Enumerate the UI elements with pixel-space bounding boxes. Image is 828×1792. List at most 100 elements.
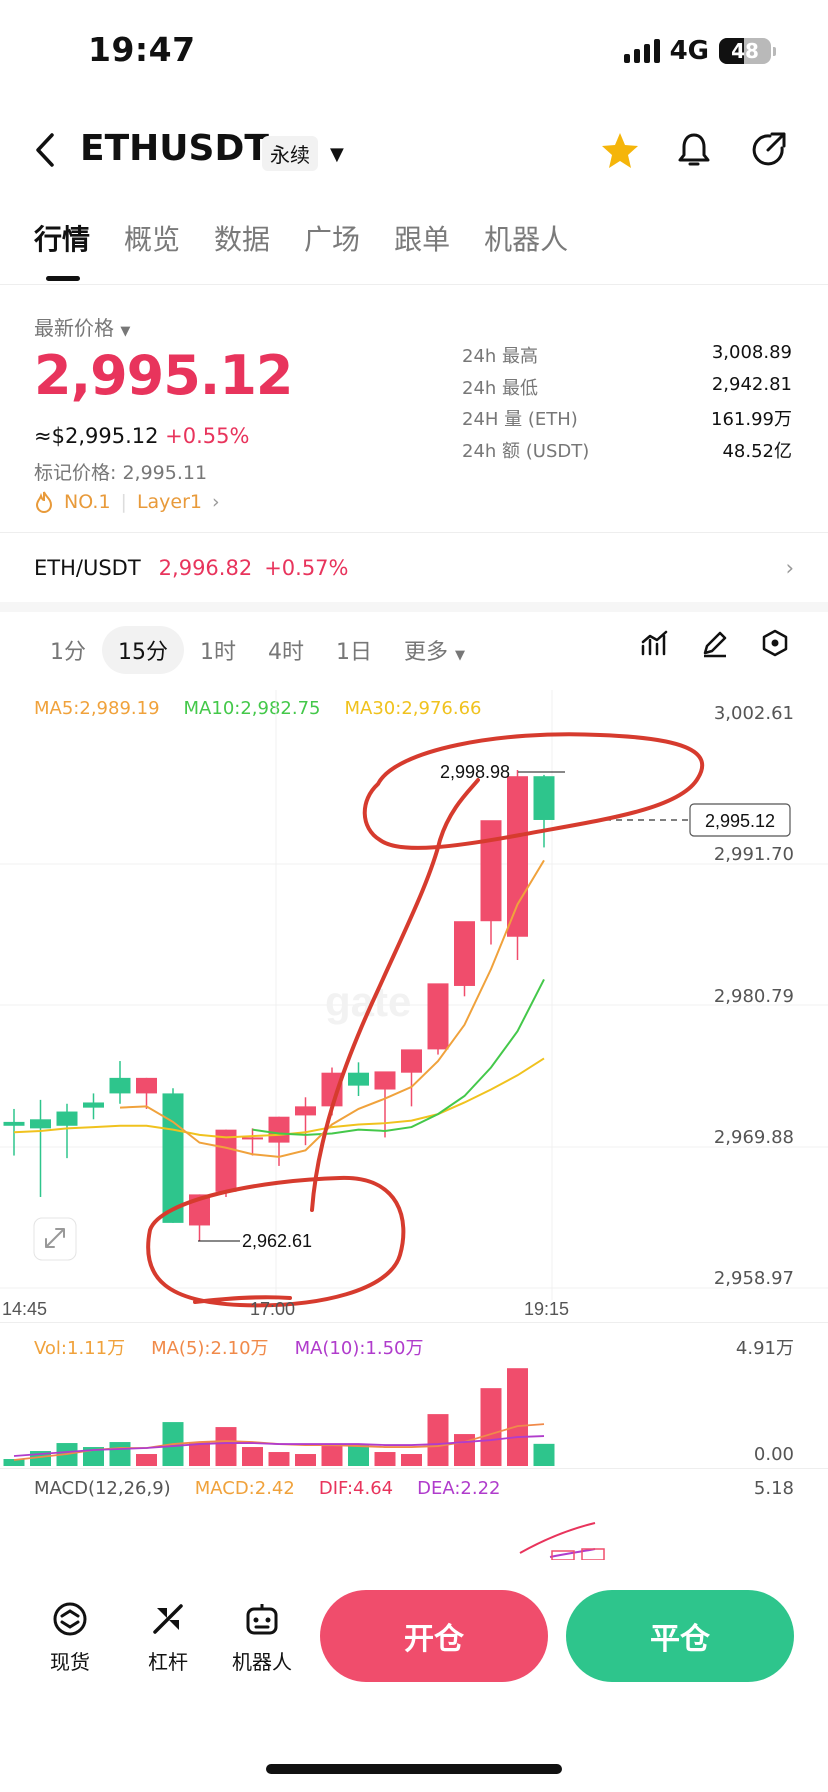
candle-body [83,1102,104,1108]
status-indicators: 4G 48 [623,36,776,66]
candle-body [268,1116,290,1143]
candle [30,1099,51,1197]
volume-chart[interactable] [0,1362,828,1468]
macd-y-top: 5.18 [753,1478,794,1499]
latest-price-label[interactable]: 最新价格 ▼ [34,312,130,341]
pencil-icon[interactable] [700,628,730,658]
candle [136,1077,157,1109]
stat-row: 24h 最低 2,942.81 [462,373,792,399]
bell-icon[interactable] [674,130,714,170]
stat-row: 24h 最高 3,008.89 [462,342,792,367]
volume-bar [321,1446,343,1466]
signal-icon [623,39,660,63]
interval-15m[interactable]: 15分 [102,626,184,674]
volume-bar [427,1414,449,1466]
candlestick-chart[interactable]: gate 2,998.98 2,962.61 2,995.12 14:45 17… [0,690,828,1320]
volume-bar [348,1444,369,1466]
interval-more[interactable]: 更多 ▼ [388,626,481,674]
candle [348,1062,369,1096]
home-indicator [266,1764,562,1774]
expand-icon[interactable] [33,1217,77,1261]
candle [56,1103,78,1159]
interval-1m[interactable]: 1分 [34,626,102,674]
grid [0,690,828,1300]
tab-square[interactable]: 广场 [304,218,360,258]
candle [215,1129,237,1197]
candle-body [56,1111,78,1126]
tag-row[interactable]: NO.1 | Layer1 › [34,490,220,514]
divider [0,1468,828,1469]
pair-title[interactable]: ETHUSDT [80,128,269,169]
candle [507,769,528,961]
candle-body [507,776,528,937]
price-change: +0.55% [165,424,250,448]
close-position-button[interactable]: 平仓 [566,1590,794,1682]
chart-tools [640,628,790,658]
chevron-down-icon[interactable]: ▼ [330,144,344,165]
robot-icon [246,1604,278,1635]
interval-1h[interactable]: 1时 [184,626,252,674]
volume-bar [189,1442,210,1466]
tab-underline [46,276,80,281]
candle-body [215,1129,237,1192]
candle [268,1116,290,1166]
candle [427,983,449,1055]
tab-overview[interactable]: 概览 [124,218,180,258]
battery-level: 48 [731,39,759,63]
spot-pair: ETH/USDT [34,556,141,580]
candle-body [109,1077,131,1094]
watermark-logo: gate [325,978,411,1025]
volume-bar [242,1447,263,1466]
star-icon[interactable] [600,130,640,170]
low-label: 2,962.61 [242,1231,312,1251]
contract-type-badge[interactable]: 永续 [262,136,318,171]
volume-legend: Vol:1.11万 MA(5):2.10万 MA(10):1.50万 [34,1334,424,1360]
dea-value: DEA:2.22 [417,1478,501,1499]
dea-line [549,1548,596,1558]
spot-icon [53,1602,87,1636]
chevron-right-icon: › [785,556,794,580]
candle-body [401,1049,422,1073]
candle [401,1049,422,1107]
vol-label: Vol:1.11万 [34,1338,126,1359]
spot-pair-row[interactable]: ETH/USDT 2,996.82 +0.57% › [34,556,794,580]
candle-body [295,1106,316,1116]
interval-4h[interactable]: 4时 [252,626,320,674]
status-time: 19:47 [88,30,196,69]
indicator-icon[interactable] [640,628,670,658]
nav-spot[interactable]: 现货 [50,1600,90,1675]
candle-body [480,820,502,922]
share-icon[interactable] [748,130,788,170]
candle-body [136,1077,157,1094]
candle-body [3,1121,25,1126]
candle-body [374,1071,396,1090]
macd-chart[interactable] [0,1505,828,1560]
volume-bar [480,1388,502,1466]
volume-bar [454,1434,475,1466]
bottom-toolbar: 现货 杠杆 机器人 开仓 平仓 [0,1560,828,1700]
volume-bar [507,1368,528,1466]
tab-market[interactable]: 行情 [34,218,90,258]
candle [83,1093,104,1120]
tab-copy-trading[interactable]: 跟单 [394,218,450,258]
app-header: ETHUSDT 永续 ▼ [0,118,828,188]
volume-bar [295,1454,316,1466]
x-tick-label: 14:45 [2,1299,47,1319]
leverage-icon [153,1604,183,1634]
back-icon[interactable] [34,132,56,168]
tab-bots[interactable]: 机器人 [484,218,568,258]
last-price: 2,995.12 [34,344,293,407]
candle-body [454,921,475,986]
candle [533,774,555,848]
interval-1d[interactable]: 1日 [320,626,388,674]
open-position-button[interactable]: 开仓 [320,1590,548,1682]
last-price-tag: 2,995.12 [705,811,775,831]
nav-robot[interactable]: 机器人 [232,1600,292,1675]
rank-tag: NO.1 [64,491,111,513]
nav-leverage[interactable]: 杠杆 [148,1600,188,1675]
tab-data[interactable]: 数据 [214,218,270,258]
macd-title: MACD(12,26,9) [34,1478,171,1499]
stats-24h: 24h 最高 3,008.89 24h 最低 2,942.81 24H 量 (ETH… [462,342,792,468]
settings-hex-icon[interactable] [760,628,790,658]
divider [0,284,828,285]
